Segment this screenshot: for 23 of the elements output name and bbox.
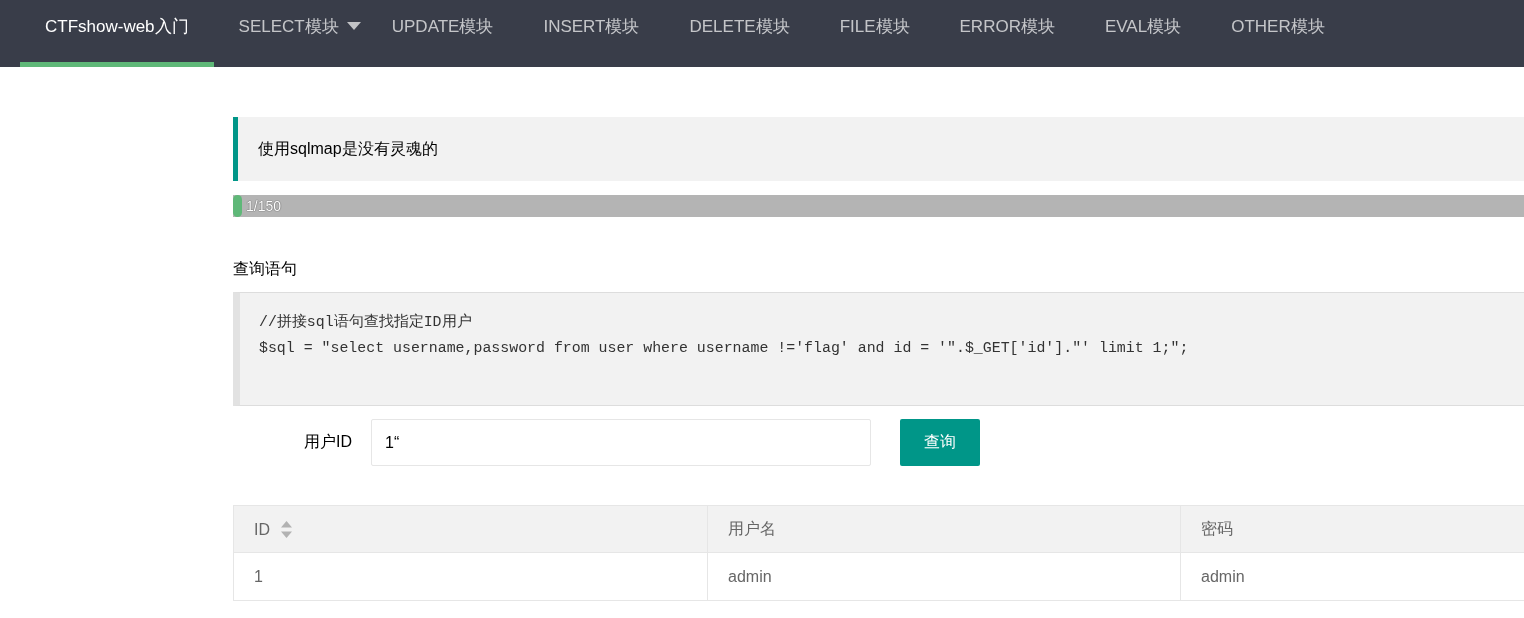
code-line: //拼接sql语句查找指定ID用户 <box>259 312 472 332</box>
progress-text: 1/150 <box>246 197 282 216</box>
nav-tab[interactable]: INSERT模块 <box>518 0 665 67</box>
column-header: 用户名 <box>728 519 776 537</box>
nav-tab[interactable]: CTFshow-web入门 <box>20 0 214 67</box>
notice-banner: 使用sqlmap是没有灵魂的 <box>233 117 1524 181</box>
nav-tab[interactable]: DELETE模块 <box>664 0 815 67</box>
column-header: ID <box>254 520 270 538</box>
column-header: 密码 <box>1201 519 1233 537</box>
nav-tab[interactable]: UPDATE模块 <box>366 0 519 67</box>
section-heading: 查询语句 <box>233 259 298 279</box>
nav-tab[interactable]: SELECT模块 <box>213 0 367 67</box>
field-label: 用户ID <box>303 432 353 452</box>
user-id-input[interactable]: 1“ <box>371 419 871 466</box>
code-line: $sql = "select username,password from user where username !='flag' and id = '".$_GET['id']."' limit 1;"; <box>259 339 1189 358</box>
table-cell: admin <box>707 552 1181 601</box>
sort-icon[interactable] <box>281 520 292 538</box>
query-button[interactable]: 查询 <box>900 419 980 466</box>
nav-tab[interactable]: ERROR模块 <box>934 0 1080 67</box>
nav-tab[interactable]: FILE模块 <box>814 0 935 67</box>
nav-tab[interactable]: OTHER模块 <box>1206 0 1350 67</box>
nav-tab[interactable]: EVAL模块 <box>1079 0 1207 67</box>
table-cell: 1 <box>233 552 708 601</box>
